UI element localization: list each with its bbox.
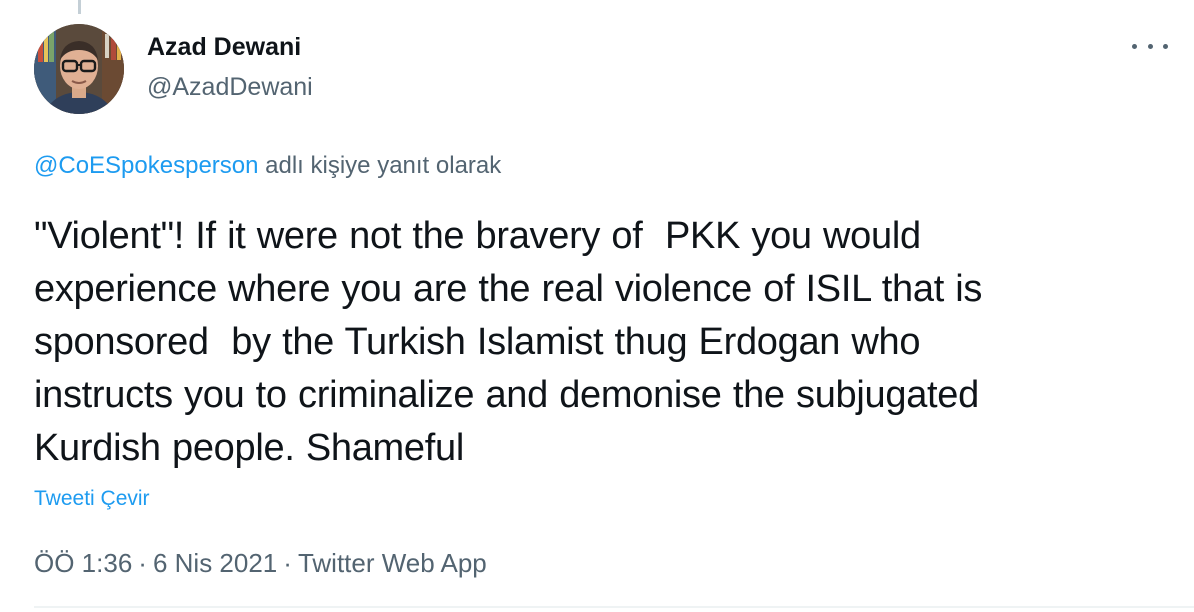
author-handle[interactable]: @AzadDewani <box>147 71 313 103</box>
more-horizontal-icon-dot <box>1147 43 1153 49</box>
tweet-metadata: ÖÖ 1:36 · 6 Nis 2021 · Twitter Web App <box>34 546 487 580</box>
tweet-time[interactable]: ÖÖ 1:36 <box>34 548 132 578</box>
tweet-text: "Violent"! If it were not the bravery of… <box>34 210 1154 475</box>
tweet-text-line: instructs you to criminalize and demonis… <box>34 374 979 416</box>
translate-tweet-link[interactable]: Tweeti Çevir <box>34 486 150 512</box>
author-display-name[interactable]: Azad Dewani <box>147 31 313 63</box>
meta-separator: · <box>283 548 292 578</box>
more-options-button[interactable] <box>1132 34 1168 58</box>
reply-context-suffix: adlı kişiye yanıt olarak <box>258 152 502 179</box>
reply-context: @CoESpokesperson adlı kişiye yanıt olara… <box>34 152 501 180</box>
tweet-text-line: sponsored by the Turkish Islamist thug E… <box>34 321 921 363</box>
meta-separator: · <box>138 548 147 578</box>
tweet-text-line: "Violent"! If it were not the bravery of… <box>34 215 921 257</box>
more-horizontal-icon-dot <box>1163 43 1168 49</box>
reply-mention-link[interactable]: @CoESpokesperson <box>34 152 258 179</box>
tweet-text-line: Kurdish people. Shameful <box>34 427 464 469</box>
divider <box>34 606 1194 608</box>
avatar[interactable] <box>34 24 124 114</box>
tweet-source[interactable]: Twitter Web App <box>298 548 487 578</box>
tweet-date[interactable]: 6 Nis 2021 <box>153 548 277 578</box>
thread-connector-line <box>78 0 81 14</box>
avatar-image <box>34 24 124 114</box>
more-horizontal-icon <box>1132 43 1137 49</box>
tweet-text-line: experience where you are the real violen… <box>34 268 983 310</box>
author-block: Azad Dewani @AzadDewani <box>147 31 313 103</box>
